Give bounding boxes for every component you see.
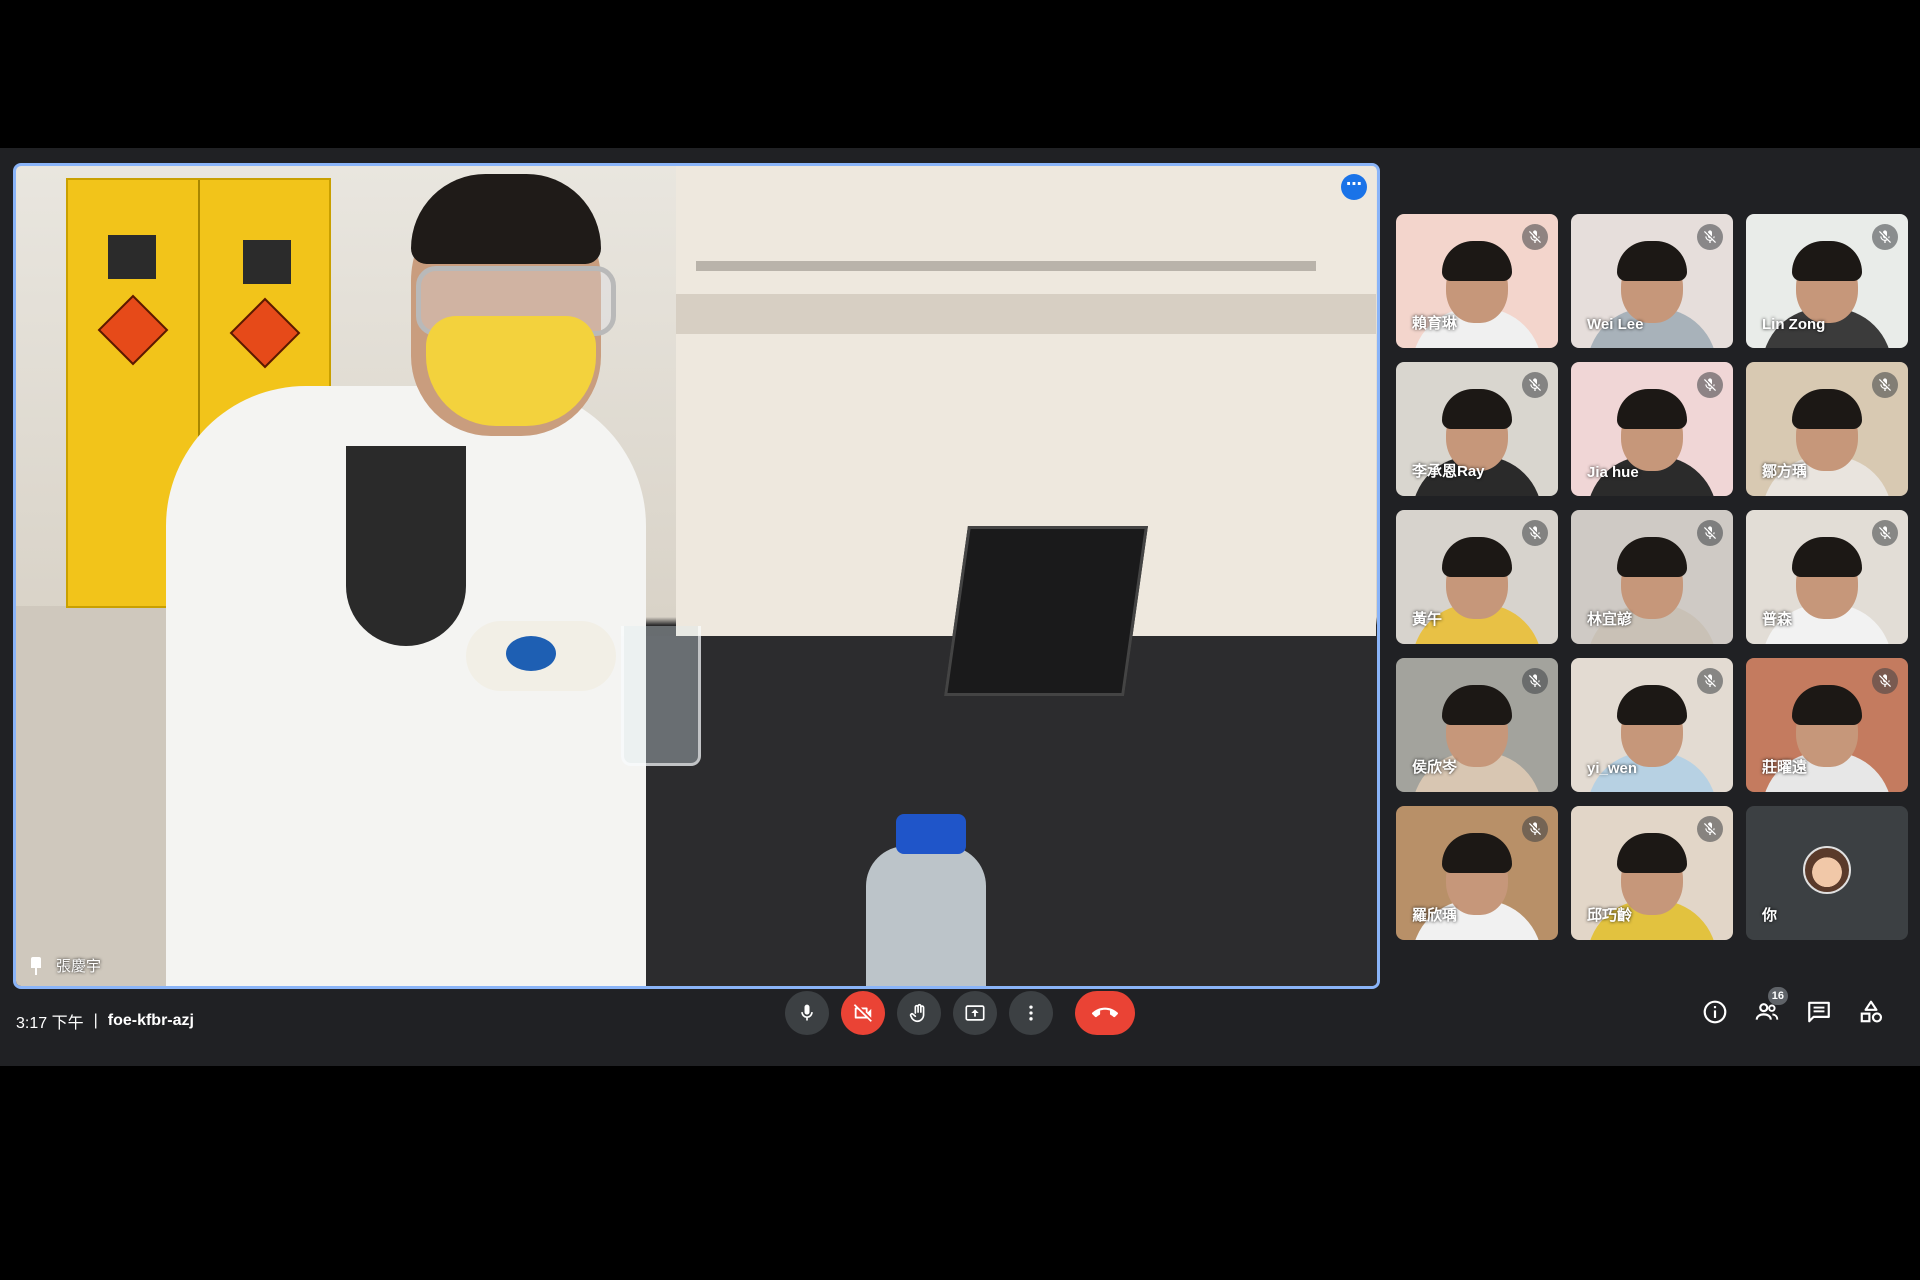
participant-hair (1442, 241, 1512, 281)
participant-name: 邱巧齡 (1587, 907, 1633, 924)
mic-off-icon (1697, 668, 1723, 694)
self-tile[interactable]: 你 (1746, 806, 1908, 940)
chat-button[interactable] (1804, 997, 1834, 1027)
participant-hair (1792, 685, 1862, 725)
meeting-info-separator: | (93, 1012, 98, 1029)
participant-tile[interactable]: 林宜諺 (1571, 510, 1733, 644)
call-controls (785, 991, 1135, 1035)
participant-name: 黃午 (1412, 611, 1443, 628)
microphone-icon (801, 1004, 813, 1021)
self-name: 你 (1762, 907, 1778, 924)
leave-call-button[interactable] (1075, 991, 1135, 1035)
meeting-time: 3:17 下午 (16, 1015, 84, 1032)
participant-name: 賴育琳 (1412, 315, 1458, 332)
participant-name: Jia hue (1587, 464, 1639, 481)
participant-name: 鄒方瑀 (1762, 463, 1808, 480)
participant-hair (1792, 537, 1862, 577)
participant-hair (1442, 389, 1512, 429)
raise-hand-icon (909, 1003, 925, 1023)
mic-off-icon (1697, 816, 1723, 842)
participant-hair (1617, 241, 1687, 281)
participant-hair (1617, 389, 1687, 429)
more-options-icon[interactable]: ⋯ (1341, 174, 1367, 200)
activities-icon (1860, 1000, 1883, 1023)
pin-icon[interactable] (30, 956, 42, 975)
mic-off-icon (1872, 372, 1898, 398)
participant-name: 莊曜遠 (1762, 759, 1808, 776)
participant-tile[interactable]: 賴育琳 (1396, 214, 1558, 348)
activities-button[interactable] (1856, 997, 1886, 1027)
participant-name: 侯欣岑 (1412, 759, 1458, 776)
participant-hair (1442, 537, 1512, 577)
participant-hair (1617, 685, 1687, 725)
participant-tile[interactable]: 黃午 (1396, 510, 1558, 644)
mic-off-icon (1522, 816, 1548, 842)
mic-off-icon (1522, 520, 1548, 546)
participant-tile[interactable]: 普森 (1746, 510, 1908, 644)
presenter-video-tile[interactable]: ⋯ 張慶宇 (13, 163, 1380, 989)
participant-hair (1617, 833, 1687, 873)
mic-off-icon (1872, 668, 1898, 694)
mic-off-icon (1522, 372, 1548, 398)
mic-off-icon (1872, 520, 1898, 546)
chat-icon (1808, 1001, 1830, 1023)
participant-tile[interactable]: 李承恩Ray (1396, 362, 1558, 496)
participant-name: 普森 (1762, 611, 1793, 628)
microphone-button[interactable] (785, 991, 829, 1035)
participant-name: yi_wen (1587, 760, 1638, 777)
mic-off-icon (1697, 372, 1723, 398)
participant-hair (1792, 389, 1862, 429)
participant-name: 李承恩Ray (1412, 463, 1485, 480)
more-vert-icon (1029, 1005, 1033, 1021)
info-icon (1703, 1000, 1727, 1024)
mic-off-icon (1522, 224, 1548, 250)
end-call-icon (1092, 1007, 1118, 1018)
participant-name: Lin Zong (1762, 316, 1826, 333)
mic-off-icon (1872, 224, 1898, 250)
participant-tile[interactable]: Wei Lee (1571, 214, 1733, 348)
meeting-details-button[interactable] (1700, 997, 1730, 1027)
camera-off-icon (853, 1004, 872, 1022)
meeting-info: 3:17 下午 | foe-kfbr-azj (16, 1009, 194, 1033)
show-everyone-button[interactable]: 16 (1752, 987, 1788, 1027)
participant-hair (1792, 241, 1862, 281)
participant-tile[interactable]: 鄒方瑀 (1746, 362, 1908, 496)
meet-window: ⋯ 張慶宇 賴育琳 Wei Lee Lin Zong 李承恩Ray Jia hue 鄒方瑀… (0, 148, 1920, 1066)
mic-off-icon (1697, 520, 1723, 546)
bottom-control-bar: 3:17 下午 | foe-kfbr-azj 16 (0, 983, 1920, 1066)
mic-off-icon (1697, 224, 1723, 250)
present-screen-icon (965, 1005, 985, 1021)
meeting-code[interactable]: foe-kfbr-azj (108, 1012, 194, 1030)
participant-name: 羅欣瑀 (1412, 907, 1458, 924)
presenter-name: 張慶宇 (56, 958, 102, 975)
participant-hair (1442, 833, 1512, 873)
participant-tile[interactable]: 羅欣瑀 (1396, 806, 1558, 940)
participant-name: Wei Lee (1587, 316, 1644, 333)
present-screen-button[interactable] (953, 991, 997, 1035)
camera-off-button[interactable] (841, 991, 885, 1035)
presenter-name-label: 張慶宇 (30, 955, 101, 976)
self-avatar (1803, 846, 1851, 894)
participant-name: 林宜諺 (1587, 611, 1633, 628)
raise-hand-button[interactable] (897, 991, 941, 1035)
right-controls: 16 (1700, 987, 1886, 1027)
mic-off-icon (1522, 668, 1548, 694)
participant-tile[interactable]: Jia hue (1571, 362, 1733, 496)
participant-tile[interactable]: Lin Zong (1746, 214, 1908, 348)
participant-tile[interactable]: 侯欣岑 (1396, 658, 1558, 792)
participant-tile[interactable]: 莊曜遠 (1746, 658, 1908, 792)
participant-count-badge: 16 (1767, 987, 1788, 1005)
participants-grid: 賴育琳 Wei Lee Lin Zong 李承恩Ray Jia hue 鄒方瑀黃午 林宜諺 普… (1396, 214, 1908, 940)
participant-hair (1617, 537, 1687, 577)
participant-hair (1442, 685, 1512, 725)
participant-tile[interactable]: 邱巧齡 (1571, 806, 1733, 940)
presenter-video-feed (16, 166, 1377, 986)
participant-tile[interactable]: yi_wen (1571, 658, 1733, 792)
more-actions-button[interactable] (1009, 991, 1053, 1035)
